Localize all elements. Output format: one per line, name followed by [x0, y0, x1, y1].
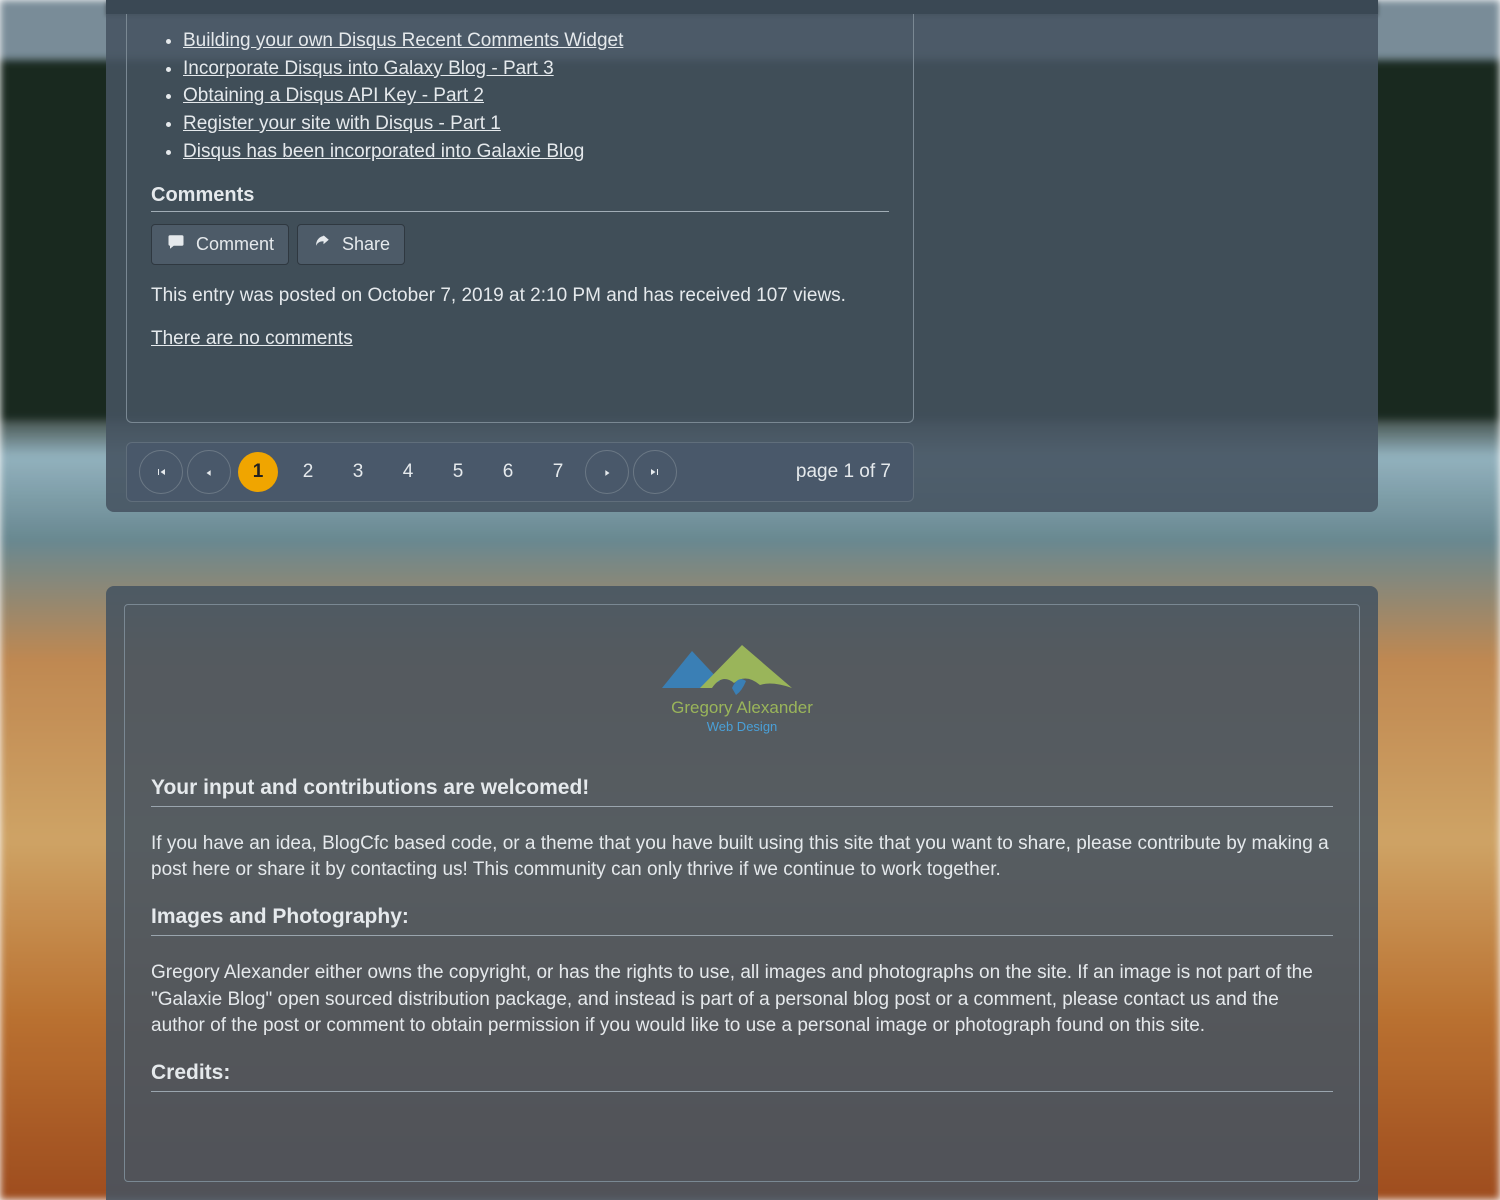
page-7[interactable]: 7 — [538, 452, 578, 492]
top-bar — [106, 0, 1378, 14]
list-item: Building your own Disqus Recent Comments… — [183, 28, 889, 54]
footer-logo: Gregory Alexander Web Design — [151, 633, 1333, 748]
caret-left-icon — [204, 462, 214, 483]
share-button-label: Share — [342, 234, 390, 255]
footer-panel: Gregory Alexander Web Design Your input … — [106, 586, 1378, 1200]
series-link[interactable]: Incorporate Disqus into Galaxy Blog - Pa… — [183, 58, 554, 79]
list-item: Disqus has been incorporated into Galaxi… — [183, 139, 889, 165]
entry-meta: This entry was posted on October 7, 2019… — [151, 283, 871, 310]
input-welcome-body: If you have an idea, BlogCfc based code,… — [151, 831, 1333, 883]
list-item: Obtaining a Disqus API Key - Part 2 — [183, 83, 889, 109]
series-list: Building your own Disqus Recent Comments… — [161, 28, 889, 164]
list-item: Register your site with Disqus - Part 1 — [183, 111, 889, 137]
skip-last-icon — [649, 462, 661, 483]
pager: 1 2 3 4 5 6 7 page 1 of 7 — [126, 442, 914, 502]
comments-header: Comments — [151, 184, 889, 207]
credits-header: Credits: — [151, 1061, 1333, 1085]
last-page-button[interactable] — [633, 450, 677, 494]
next-page-button[interactable] — [585, 450, 629, 494]
page-3[interactable]: 3 — [338, 452, 378, 492]
post-panel: Building your own Disqus Recent Comments… — [106, 14, 1378, 512]
page-info: page 1 of 7 — [796, 461, 901, 483]
page-4[interactable]: 4 — [388, 452, 428, 492]
page-1[interactable]: 1 — [238, 452, 278, 492]
footer-inner: Gregory Alexander Web Design Your input … — [124, 604, 1360, 1182]
no-comments-link[interactable]: There are no comments — [151, 328, 353, 350]
series-link[interactable]: Building your own Disqus Recent Comments… — [183, 30, 623, 51]
divider — [151, 211, 889, 212]
post-inner: Building your own Disqus Recent Comments… — [126, 14, 914, 423]
images-header: Images and Photography: — [151, 905, 1333, 929]
series-link[interactable]: Register your site with Disqus - Part 1 — [183, 113, 501, 134]
caret-right-icon — [602, 462, 612, 483]
divider — [151, 935, 1333, 936]
pager-nav: 1 2 3 4 5 6 7 — [139, 450, 677, 494]
speech-bubble-icon — [166, 233, 186, 256]
page-2[interactable]: 2 — [288, 452, 328, 492]
skip-first-icon — [155, 462, 167, 483]
divider — [151, 806, 1333, 807]
divider — [151, 1091, 1333, 1092]
list-item: Incorporate Disqus into Galaxy Blog - Pa… — [183, 56, 889, 82]
page-6[interactable]: 6 — [488, 452, 528, 492]
logo-sub-text: Web Design — [707, 719, 778, 734]
series-link[interactable]: Obtaining a Disqus API Key - Part 2 — [183, 85, 484, 106]
share-button[interactable]: Share — [297, 224, 405, 265]
share-arrow-icon — [312, 233, 332, 256]
logo-title-text: Gregory Alexander — [671, 698, 813, 717]
button-row: Comment Share — [151, 224, 889, 265]
series-link[interactable]: Disqus has been incorporated into Galaxi… — [183, 141, 584, 162]
first-page-button[interactable] — [139, 450, 183, 494]
images-body: Gregory Alexander either owns the copyri… — [151, 960, 1333, 1039]
input-welcome-header: Your input and contributions are welcome… — [151, 776, 1333, 800]
prev-page-button[interactable] — [187, 450, 231, 494]
comment-button-label: Comment — [196, 234, 274, 255]
page-5[interactable]: 5 — [438, 452, 478, 492]
comment-button[interactable]: Comment — [151, 224, 289, 265]
